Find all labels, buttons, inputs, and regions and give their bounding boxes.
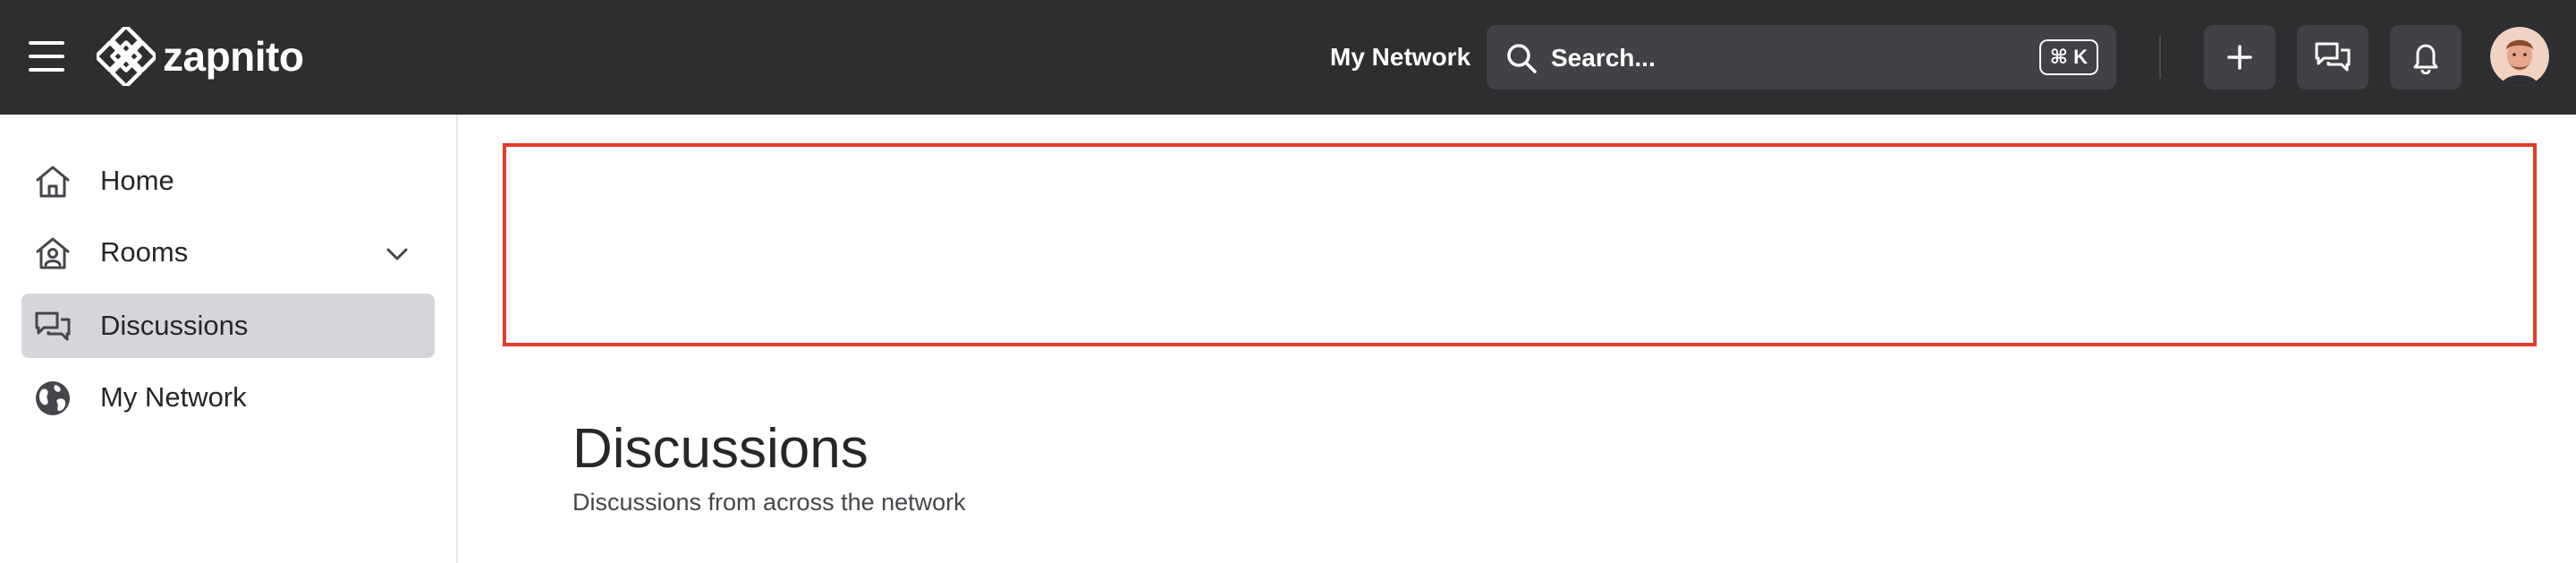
hamburger-line <box>29 68 64 72</box>
sidebar-item-rooms[interactable]: Rooms <box>21 220 435 285</box>
my-network-link[interactable]: My Network <box>1330 39 1470 75</box>
chat-bubbles-icon <box>2315 42 2351 72</box>
sidebar-item-label: Rooms <box>100 236 189 268</box>
globe-icon <box>36 381 70 415</box>
messages-button[interactable] <box>2297 25 2368 90</box>
sidebar-item-discussions[interactable]: Discussions <box>21 294 435 358</box>
top-bar: zapnito My Network Search... ⌘ K <box>0 0 2576 115</box>
hamburger-line <box>29 41 64 45</box>
brand-name: zapnito <box>163 33 304 80</box>
sidebar-item-label: Discussions <box>100 310 249 341</box>
sidebar-item-label: Home <box>100 165 174 196</box>
bell-icon <box>2413 44 2438 74</box>
page-subtitle: Discussions from across the network <box>572 489 966 516</box>
toolbar-divider <box>2159 36 2161 79</box>
zapnito-logo-icon <box>97 27 156 86</box>
sidebar-item-my-network[interactable]: My Network <box>21 365 435 430</box>
keyboard-shortcut-badge: ⌘ K <box>2038 39 2098 75</box>
search-icon <box>1507 44 1537 73</box>
sidebar-item-label: My Network <box>100 381 247 413</box>
search-placeholder: Search... <box>1551 44 1656 72</box>
banner-placeholder <box>503 143 2537 346</box>
hamburger-menu-button[interactable] <box>25 36 68 77</box>
notifications-button[interactable] <box>2390 25 2462 90</box>
avatar-image <box>2490 27 2549 86</box>
user-avatar[interactable] <box>2490 27 2549 86</box>
chat-bubbles-icon <box>35 311 71 341</box>
chevron-down-icon[interactable] <box>383 240 411 269</box>
search-input[interactable]: Search... ⌘ K <box>1487 25 2116 90</box>
rooms-icon <box>36 237 70 269</box>
create-button[interactable] <box>2204 25 2275 90</box>
home-icon <box>36 166 70 198</box>
sidebar-item-home[interactable]: Home <box>21 149 435 213</box>
sidebar: Home Rooms Discussions My Network <box>0 115 458 563</box>
plus-icon <box>2227 45 2252 70</box>
hamburger-line <box>29 55 64 58</box>
brand-logo[interactable]: zapnito <box>97 27 304 86</box>
page-title: Discussions <box>572 418 869 480</box>
